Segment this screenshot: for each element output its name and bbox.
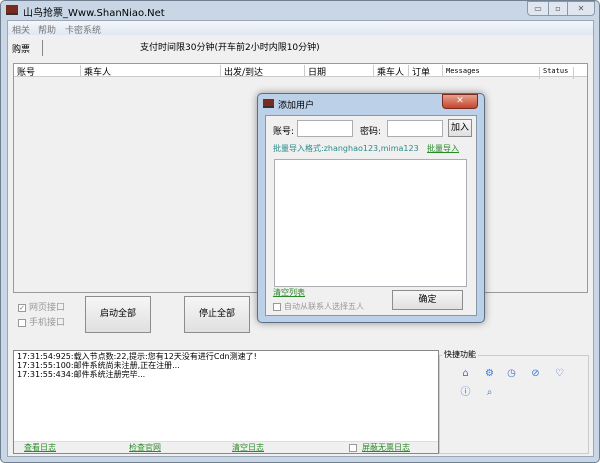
checkbox-box [349, 443, 357, 452]
dialog-app-icon [263, 99, 274, 108]
password-label: 密码: [360, 127, 382, 137]
menu-related[interactable]: 相关 [12, 23, 30, 36]
quick-functions-title: 快捷功能 [442, 349, 478, 360]
log-line: 17:31:55:100:邮件系统尚未注册,正在注册... [17, 361, 180, 370]
clear-list-link[interactable]: 清空列表 [273, 287, 305, 298]
auto-select-label: 自动从联系人选择五人 [284, 302, 364, 311]
account-label: 账号: [273, 127, 295, 137]
batch-import-link[interactable]: 批量导入 [427, 143, 459, 154]
maximize-button[interactable]: ▫ [548, 1, 568, 16]
tab-buy-ticket[interactable]: 购票 [12, 42, 30, 55]
auto-select-checkbox[interactable]: 自动从联系人选择五人 [273, 301, 364, 312]
web-api-label: 网页接口 [29, 303, 66, 313]
col-route[interactable]: 出发/到达 [221, 65, 305, 78]
menu-help[interactable]: 帮助 [38, 23, 56, 36]
menu-bar: 相关 帮助 卡密系统 [8, 21, 593, 36]
tab-divider [42, 40, 43, 56]
close-button[interactable]: ✕ [567, 1, 595, 16]
col-status[interactable]: Status [540, 67, 574, 79]
user-list[interactable] [274, 159, 467, 287]
window-title: 山鸟抢票_Www.ShanNiao.Net [23, 8, 165, 19]
clock-icon[interactable]: ◷ [506, 368, 517, 379]
mobile-api-checkbox[interactable]: 手机接口 [18, 315, 65, 328]
log-panel[interactable]: 17:31:54:925:载入节点数:22,提示:您有12天没有进行Cdn测速了… [13, 350, 439, 454]
dialog-title: 添加用户 [278, 101, 315, 111]
title-bar: 山鸟抢票_Www.ShanNiao.Net ▭ ▫ ✕ [1, 1, 599, 20]
add-button[interactable]: 加入 [448, 119, 472, 137]
settings-icon[interactable]: ⚙ [484, 368, 495, 379]
log-toolbar: 查看日志 检查官网 清空日志 屏蔽无票日志 [14, 441, 438, 453]
ok-button[interactable]: 确定 [392, 290, 463, 310]
col-order[interactable]: 订单 [409, 65, 443, 78]
col-account[interactable]: 账号 [14, 65, 81, 78]
block-icon[interactable]: ⊘ [530, 368, 541, 379]
minimize-button[interactable]: ▭ [527, 1, 549, 16]
mobile-api-label: 手机接口 [29, 318, 66, 328]
dialog-close-button[interactable]: ✕ [442, 94, 478, 109]
check-site-link[interactable]: 检查官网 [129, 443, 161, 452]
menu-card-system[interactable]: 卡密系统 [65, 23, 101, 36]
table-header: 账号 乘车人 出发/到达 日期 乘车人 订单 Messages Status [14, 64, 587, 79]
clear-log-link[interactable]: 清空日志 [232, 443, 264, 452]
home-icon[interactable]: ⌂ [460, 368, 471, 379]
add-user-dialog: 添加用户 ✕ 账号: 密码: 加入 批量导入格式:zhanghao123,mim… [257, 93, 485, 323]
start-all-button[interactable]: 启动全部 [85, 296, 151, 333]
web-api-checkbox[interactable]: ✓ 网页接口 [18, 300, 65, 313]
info-icon[interactable]: ⓘ [460, 387, 471, 398]
col-date[interactable]: 日期 [305, 65, 374, 78]
checkbox-box [273, 302, 281, 311]
checkbox-box [18, 318, 26, 327]
hide-no-ticket-checkbox[interactable] [349, 443, 360, 452]
log-line: 17:31:54:925:载入节点数:22,提示:您有12天没有进行Cdn测速了… [17, 352, 257, 361]
stop-all-button[interactable]: 停止全部 [184, 296, 250, 333]
password-input[interactable] [387, 120, 443, 137]
hide-no-ticket-label[interactable]: 屏蔽无票日志 [362, 443, 410, 452]
col-passenger-2[interactable]: 乘车人 [374, 65, 409, 78]
app-icon [6, 5, 18, 15]
account-input[interactable] [297, 120, 353, 137]
col-passenger[interactable]: 乘车人 [81, 65, 221, 78]
dialog-body: 账号: 密码: 加入 批量导入格式:zhanghao123,mima123 批量… [265, 115, 477, 316]
payment-notice: 支付时间限30分钟(开车前2小时内限10分钟) [140, 43, 320, 53]
search-doc-icon[interactable]: ⌕ [484, 387, 495, 398]
log-line: 17:31:55:434:邮件系统注册完毕... [17, 370, 146, 379]
checkbox-box: ✓ [18, 303, 26, 312]
view-log-link[interactable]: 查看日志 [24, 443, 56, 452]
heart-icon[interactable]: ♡ [554, 368, 565, 379]
batch-format-hint: 批量导入格式:zhanghao123,mima123 [273, 144, 419, 153]
col-messages[interactable]: Messages [443, 67, 540, 79]
